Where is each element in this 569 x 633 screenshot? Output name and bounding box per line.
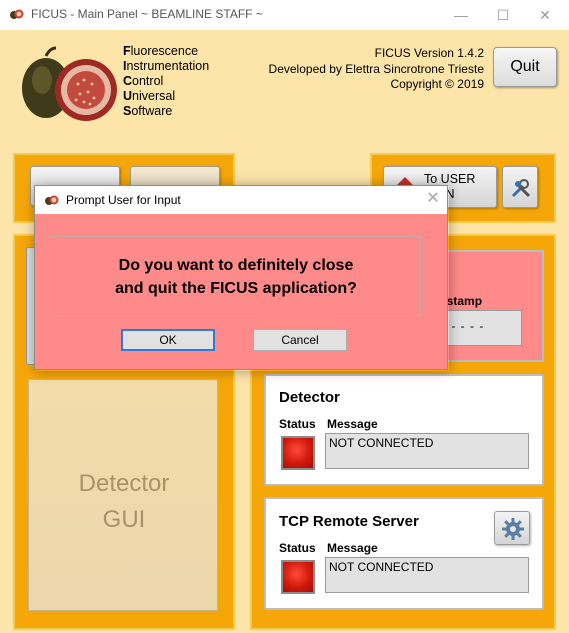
acronym-line-3: Control bbox=[123, 74, 164, 88]
detector-message-field: NOT CONNECTED bbox=[325, 433, 529, 469]
timestamp-field-partial: - - - - - bbox=[438, 310, 522, 346]
tcp-message-field: NOT CONNECTED bbox=[325, 557, 529, 593]
gear-icon bbox=[502, 518, 524, 540]
ok-button[interactable]: OK bbox=[121, 329, 215, 351]
ficus-app-icon bbox=[45, 195, 59, 205]
close-icon[interactable]: ✕ bbox=[423, 189, 443, 209]
close-icon[interactable]: ✕ bbox=[527, 4, 563, 26]
dialog-message: Do you want to definitely close and quit… bbox=[115, 257, 357, 297]
quit-button[interactable]: Quit bbox=[493, 47, 557, 87]
tcp-message-label: Message bbox=[327, 541, 378, 555]
acronym-line-4: Universal bbox=[123, 89, 176, 103]
tcp-settings-button[interactable] bbox=[494, 511, 530, 545]
ficus-app-icon bbox=[10, 9, 24, 19]
copyright-label: Copyright © 2019 bbox=[390, 77, 484, 91]
wrench-screwdriver-icon bbox=[511, 179, 531, 198]
acronym-line-1: Fluorescence bbox=[123, 44, 199, 58]
dialog-titlebar[interactable]: Prompt User for Input ✕ bbox=[35, 186, 447, 214]
acronym-line-2: Instrumentation bbox=[123, 59, 210, 73]
version-info: FICUS Version 1.4.2 Developed by Elettra… bbox=[269, 46, 484, 93]
detector-status-led bbox=[281, 436, 315, 470]
window-titlebar[interactable]: FICUS - Main Panel ~ BEAMLINE STAFF ~ — … bbox=[0, 0, 569, 30]
prompt-dialog: Prompt User for Input ✕ Do you want to d… bbox=[34, 185, 448, 370]
detector-panel: Detector Status Message NOT CONNECTED bbox=[264, 374, 544, 486]
dialog-title: Prompt User for Input bbox=[66, 193, 181, 207]
minimize-icon[interactable]: — bbox=[443, 4, 479, 26]
maximize-icon[interactable]: ☐ bbox=[485, 4, 521, 26]
version-label: FICUS Version 1.4.2 bbox=[374, 46, 484, 60]
acronym-line-5: Software bbox=[123, 104, 173, 118]
tcp-status-led bbox=[281, 560, 315, 594]
window-title: FICUS - Main Panel ~ BEAMLINE STAFF ~ bbox=[31, 7, 263, 21]
cancel-button[interactable]: Cancel bbox=[253, 329, 347, 351]
tcp-panel: TCP Remote Server Status Message NOT CON… bbox=[264, 497, 544, 610]
detector-message-label: Message bbox=[327, 417, 378, 431]
dialog-message-box: Do you want to definitely close and quit… bbox=[49, 236, 421, 316]
detector-status-label: Status bbox=[279, 417, 316, 431]
detector-gui-button[interactable]: Detector GUI bbox=[28, 379, 218, 611]
tcp-title: TCP Remote Server bbox=[279, 513, 419, 530]
fig-logo-icon bbox=[22, 46, 117, 121]
detector-gui-label: Detector GUI bbox=[78, 470, 170, 533]
developer-label: Developed by Elettra Sincrotrone Trieste bbox=[268, 61, 484, 76]
settings-button[interactable] bbox=[502, 166, 538, 208]
tcp-status-label: Status bbox=[279, 541, 316, 555]
detector-title: Detector bbox=[279, 389, 340, 406]
